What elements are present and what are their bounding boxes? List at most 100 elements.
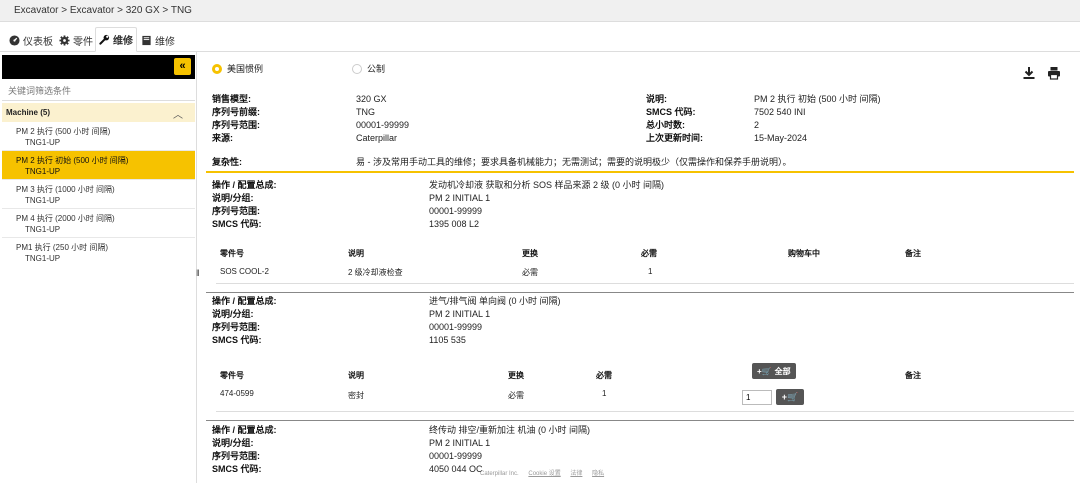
- col-required: 必需: [596, 371, 612, 380]
- complexity-label: 复杂性:: [212, 156, 242, 169]
- col-replace: 更换: [508, 371, 524, 380]
- summary-value: 7502 540 INI: [754, 107, 806, 117]
- sidebar-group-header[interactable]: Machine (5) ︿: [2, 103, 195, 122]
- sidebar-item[interactable]: PM1 执行 (250 小时 间隔) TNG1-UP: [2, 238, 195, 267]
- radio-unselected-icon: [352, 63, 362, 74]
- sidebar-item-sub: TNG1-UP: [25, 225, 61, 234]
- unit-us-radio[interactable]: 美国惯例: [212, 62, 263, 75]
- print-icon[interactable]: [1047, 66, 1061, 80]
- sidebar-item-title: PM 4 执行 (2000 小时 间隔): [16, 214, 115, 223]
- part-description: 2 级冷却液检查: [348, 268, 403, 277]
- col-description: 说明: [348, 371, 364, 380]
- part-number[interactable]: SOS COOL-2: [220, 267, 269, 276]
- summary-label: 说明:: [646, 94, 667, 104]
- filter-input[interactable]: [2, 81, 195, 101]
- col-replace: 更换: [522, 249, 538, 258]
- part-replace: 必需: [522, 268, 538, 277]
- sidebar-item-title: PM 2 执行 初始 (500 小时 间隔): [16, 156, 129, 165]
- summary-label: 来源:: [212, 133, 233, 143]
- book-icon: [142, 35, 151, 45]
- gear-icon: [59, 34, 70, 46]
- summary-label: SMCS 代码:: [646, 107, 696, 117]
- op-label: 操作 / 配置总成:: [212, 425, 277, 435]
- op-label: 说明/分组:: [212, 193, 254, 203]
- row-divider: [216, 283, 1074, 284]
- collapse-sidebar-button[interactable]: «: [174, 58, 191, 75]
- tab-service[interactable]: 维修: [95, 27, 137, 52]
- add-all-to-cart-button[interactable]: +🛒 全部: [752, 363, 796, 379]
- summary-right-values: PM 2 执行 初始 (500 小时 间隔) 7502 540 INI 2 15…: [754, 93, 881, 145]
- op-label: 序列号范围:: [212, 206, 260, 216]
- op-label: 序列号范围:: [212, 451, 260, 461]
- add-cart-icon: +🛒: [781, 391, 799, 402]
- footer-link-privacy[interactable]: 隐私: [592, 471, 604, 477]
- tab-dashboard[interactable]: 仪表板: [6, 28, 56, 52]
- part-required: 1: [602, 389, 607, 398]
- tab-label: 维修: [155, 36, 175, 48]
- summary-label: 销售模型:: [212, 94, 251, 104]
- op-value: 00001-99999: [429, 451, 483, 461]
- sidebar-header: «: [2, 55, 195, 79]
- sidebar-item-selected[interactable]: PM 2 执行 初始 (500 小时 间隔) TNG1-UP: [2, 151, 195, 180]
- double-chevron-left-icon: «: [179, 60, 186, 72]
- divider: [206, 420, 1074, 421]
- summary-value: 320 GX: [356, 94, 387, 104]
- download-icon[interactable]: [1022, 66, 1036, 80]
- summary-left: 销售模型: 序列号前缀: 序列号范围: 来源:: [212, 93, 260, 145]
- sidebar-item[interactable]: PM 4 执行 (2000 小时 间隔) TNG1-UP: [2, 209, 195, 238]
- col-description: 说明: [348, 249, 364, 258]
- op1-labels: 操作 / 配置总成: 说明/分组: 序列号范围: SMCS 代码:: [212, 179, 277, 231]
- col-in-cart: 购物车中: [788, 249, 820, 258]
- main-content: 美国惯例 公制 销售模型: 序列号前缀: 序列号范围: 来源: 320 GX T…: [198, 52, 1080, 483]
- op-label: 说明/分组:: [212, 309, 254, 319]
- footer: Caterpillar Inc. Cookie 设置 法律 隐私: [480, 468, 604, 477]
- op3-labels: 操作 / 配置总成: 说明/分组: 序列号范围: SMCS 代码:: [212, 424, 277, 476]
- col-part-number: 零件号: [220, 249, 244, 258]
- col-notes: 备注: [905, 371, 921, 380]
- tab-repair-manual[interactable]: 维修: [138, 28, 178, 52]
- summary-label: 总小时数:: [646, 120, 685, 130]
- sidebar-item[interactable]: PM 3 执行 (1000 小时 间隔) TNG1-UP: [2, 180, 195, 209]
- op-value: 1395 008 L2: [429, 219, 480, 229]
- chevron-up-icon: ︿: [173, 110, 183, 121]
- add-to-cart-button[interactable]: +🛒: [776, 389, 804, 405]
- footer-link-cookie[interactable]: Cookie 设置: [528, 471, 560, 477]
- op2-values: 进气/排气阀 单向阀 (0 小时 间隔) PM 2 INITIAL 1 0000…: [429, 295, 561, 347]
- sidebar-item-title: PM 2 执行 (500 小时 间隔): [16, 127, 111, 136]
- footer-link-legal[interactable]: 法律: [570, 471, 582, 477]
- group-title: Machine (5): [6, 108, 51, 117]
- sidebar-item-sub: TNG1-UP: [25, 254, 61, 263]
- breadcrumb[interactable]: Excavator > Excavator > 320 GX > TNG: [0, 0, 1080, 22]
- top-tab-bar: 仪表板 零件 维修 维修: [0, 22, 1080, 52]
- dashboard-icon: [9, 34, 20, 46]
- part-number[interactable]: 474-0599: [220, 389, 254, 398]
- part-required: 1: [648, 267, 653, 276]
- op-value: 进气/排气阀 单向阀 (0 小时 间隔): [429, 296, 561, 306]
- summary-label: 序列号范围:: [212, 120, 260, 130]
- summary-value: 00001-99999: [356, 120, 410, 130]
- unit-metric-label: 公制: [367, 64, 386, 74]
- sidebar: « Machine (5) ︿ PM 2 执行 (500 小时 间隔) TNG1…: [0, 52, 197, 483]
- op-value: 终传动 排空/重新加注 机油 (0 小时 间隔): [429, 425, 591, 435]
- sidebar-item-sub: TNG1-UP: [25, 196, 61, 205]
- summary-label: 上次更新时间:: [646, 133, 703, 143]
- summary-label: 序列号前缀:: [212, 107, 260, 117]
- op-label: SMCS 代码:: [212, 335, 262, 345]
- add-cart-icon: +🛒: [757, 366, 772, 376]
- op-value: PM 2 INITIAL 1: [429, 438, 491, 448]
- tab-parts[interactable]: 零件: [56, 28, 96, 52]
- sidebar-item[interactable]: PM 2 执行 (500 小时 间隔) TNG1-UP: [2, 122, 195, 151]
- summary-value: 2: [754, 120, 760, 130]
- quantity-input[interactable]: [742, 390, 772, 405]
- sidebar-item-title: PM1 执行 (250 小时 间隔): [16, 243, 109, 252]
- summary-value: Caterpillar: [356, 133, 398, 143]
- complexity-label-text: 复杂性:: [212, 157, 242, 167]
- summary-left-values: 320 GX TNG 00001-99999 Caterpillar: [356, 93, 409, 145]
- op-label: SMCS 代码:: [212, 464, 262, 474]
- unit-metric-radio[interactable]: 公制: [352, 62, 385, 75]
- summary-right: 说明: SMCS 代码: 总小时数: 上次更新时间:: [646, 93, 703, 145]
- op-value: 1105 535: [429, 335, 466, 345]
- divider: [206, 292, 1074, 293]
- summary-value: 15-May-2024: [754, 133, 808, 143]
- divider: [206, 171, 1074, 173]
